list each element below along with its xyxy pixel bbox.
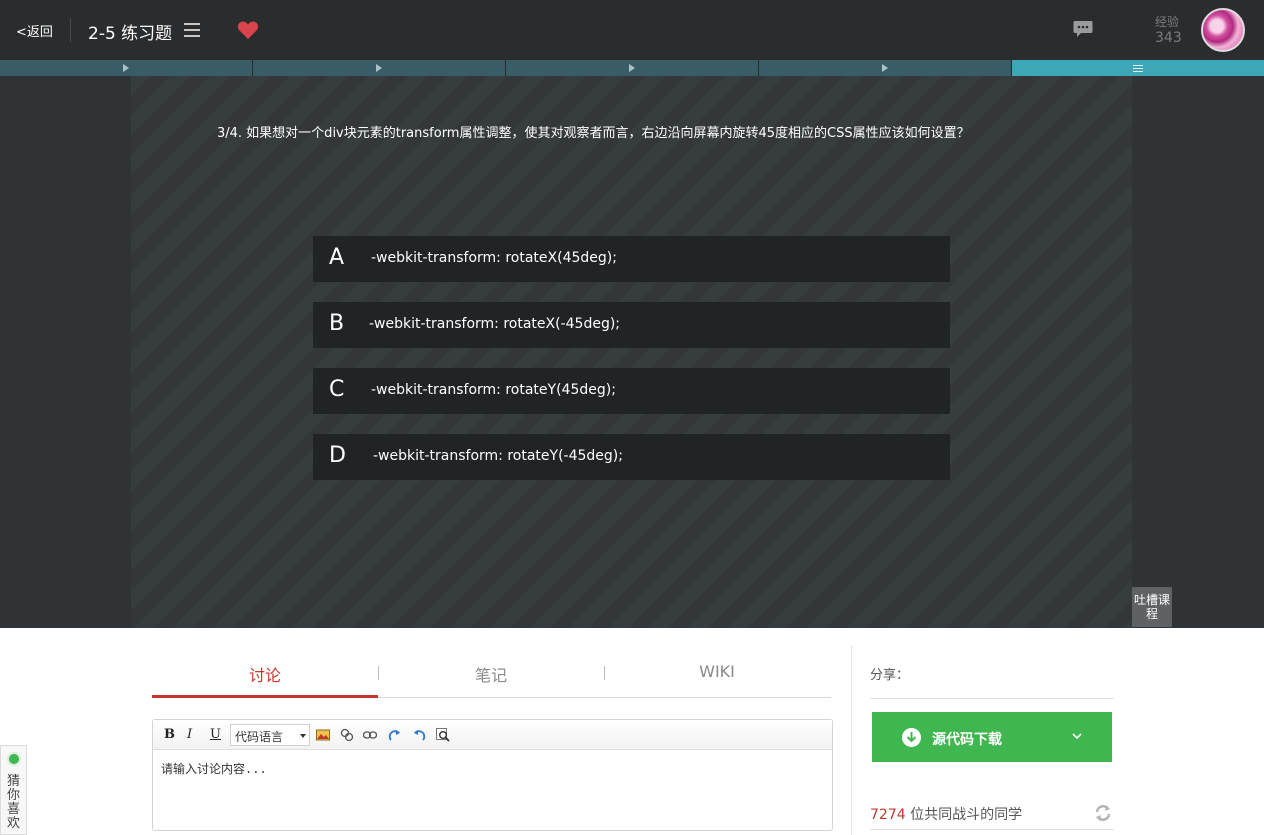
redo-icon[interactable] [388, 728, 402, 742]
option-d[interactable]: D -webkit-transform: rotateY(-45deg); [313, 434, 950, 480]
source-download-button[interactable]: 源代码下载 [872, 712, 1112, 762]
question-stage: 3/4. 如果想对一个div块元素的transform属性调整，使其对观察者而言… [0, 76, 1264, 628]
progress-segment-3[interactable] [506, 60, 759, 76]
active-tab-indicator [152, 695, 378, 698]
download-label: 源代码下载 [932, 732, 1002, 748]
tab-notes[interactable]: 笔记 [378, 662, 604, 686]
share-label: 分享： [870, 668, 910, 683]
list-icon [1133, 63, 1143, 74]
underline-button[interactable]: U [210, 727, 221, 742]
header-divider [70, 18, 71, 42]
exp-value: 343 [1155, 30, 1182, 46]
option-letter: D [329, 443, 346, 468]
option-letter: B [329, 311, 345, 336]
option-a[interactable]: A -webkit-transform: rotateX(45deg); [313, 236, 950, 282]
play-icon [123, 64, 129, 72]
option-text: -webkit-transform: rotateY(-45deg); [373, 448, 623, 464]
tab-discussion[interactable]: 讨论 [152, 662, 378, 686]
avatar[interactable] [1201, 8, 1245, 52]
classmates-count: 7274 位共同战斗的同学 [870, 804, 1022, 824]
option-c[interactable]: C -webkit-transform: rotateY(45deg); [313, 368, 950, 414]
option-b[interactable]: B -webkit-transform: rotateX(-45deg); [313, 302, 950, 348]
progress-segment-4[interactable] [759, 60, 1012, 76]
share-divider [870, 698, 1114, 699]
italic-button[interactable]: I [187, 727, 192, 742]
progress-segment-5[interactable] [1012, 60, 1264, 76]
question-panel: 3/4. 如果想对一个div块元素的transform属性调整，使其对观察者而言… [131, 76, 1132, 628]
option-text: -webkit-transform: rotateY(45deg); [371, 382, 616, 398]
option-text: -webkit-transform: rotateX(-45deg); [369, 316, 621, 332]
image-icon[interactable] [316, 728, 330, 742]
tab-wiki[interactable]: WIKI [604, 662, 830, 681]
top-bar: <返回 2-5 练习题 经验 343 [0, 0, 1264, 60]
bold-button[interactable]: B [164, 727, 175, 742]
editor-toolbar: B I U 代码语言 [153, 720, 832, 750]
guess-you-like-tab[interactable]: 猜你喜欢 [0, 745, 27, 835]
undo-icon[interactable] [412, 728, 426, 742]
chat-icon[interactable] [1073, 20, 1093, 38]
discussion-editor: B I U 代码语言 请输入讨论内容... [152, 719, 833, 831]
refresh-icon[interactable] [1093, 803, 1113, 823]
back-link[interactable]: <返回 [16, 21, 53, 40]
question-text: 3/4. 如果想对一个div块元素的transform属性调整，使其对观察者而言… [217, 126, 970, 141]
play-icon [629, 64, 635, 72]
play-icon [376, 64, 382, 72]
page-title: 2-5 练习题 [88, 24, 173, 44]
status-dot-icon [7, 752, 21, 766]
option-text: -webkit-transform: rotateX(45deg); [371, 250, 617, 266]
guess-you-like-label: 猜你喜欢 [7, 774, 21, 831]
download-icon [902, 728, 921, 747]
discussion-input[interactable]: 请输入讨论内容... [161, 760, 267, 777]
classmates-divider [870, 829, 1114, 830]
menu-icon[interactable] [184, 23, 200, 37]
progress-segment-2[interactable] [253, 60, 506, 76]
classmates-text: 位共同战斗的同学 [905, 807, 1023, 823]
feedback-button[interactable]: 吐槽课程 [1132, 587, 1172, 627]
code-language-select[interactable]: 代码语言 [230, 724, 310, 746]
progress-segment-1[interactable] [0, 60, 253, 76]
discussion-tabs: 讨论 笔记 WIKI [152, 648, 831, 698]
preview-icon[interactable] [436, 728, 450, 742]
play-icon [882, 64, 888, 72]
option-letter: A [329, 245, 345, 270]
classmates-number: 7274 [870, 807, 906, 823]
question-progress-bar [0, 60, 1264, 76]
link-icon[interactable] [363, 728, 377, 742]
exp-label: 经验 [1155, 15, 1180, 29]
chevron-down-icon [1072, 733, 1082, 740]
sidebar-divider [851, 645, 852, 835]
option-letter: C [329, 377, 345, 402]
code-icon[interactable] [340, 728, 354, 742]
heart-icon[interactable] [237, 20, 259, 40]
